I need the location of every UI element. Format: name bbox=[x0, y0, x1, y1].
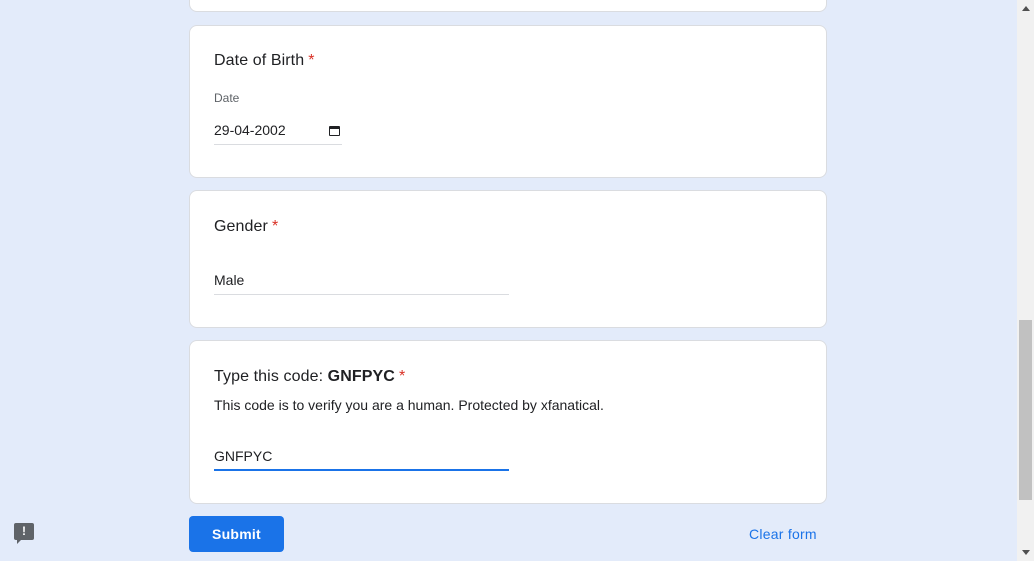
question-card-date-of-birth: Date of Birth * Date 29-04-2002 bbox=[189, 25, 827, 178]
captcha-input-value: GNFPYC bbox=[214, 448, 273, 464]
question-help-text: This code is to verify you are a human. … bbox=[214, 397, 604, 413]
question-title: Date of Birth * bbox=[214, 52, 315, 70]
submit-button[interactable]: Submit bbox=[189, 516, 284, 552]
question-card-captcha: Type this code: GNFPYC * This code is to … bbox=[189, 340, 827, 504]
arrow-up-icon bbox=[1021, 6, 1030, 11]
form-page: Date of Birth * Date 29-04-2002 Gender * M… bbox=[0, 0, 1034, 561]
date-sub-label: Date bbox=[214, 91, 240, 105]
question-title: Gender * bbox=[214, 218, 278, 236]
previous-question-card bbox=[189, 0, 827, 12]
required-asterisk: * bbox=[308, 52, 315, 69]
captcha-input[interactable]: GNFPYC bbox=[214, 440, 509, 471]
scroll-down-button[interactable] bbox=[1017, 544, 1034, 561]
report-feedback-icon[interactable]: ! bbox=[14, 523, 34, 544]
calendar-icon[interactable] bbox=[329, 126, 340, 136]
question-title: Type this code: GNFPYC * bbox=[214, 368, 405, 386]
question-title-text: Gender bbox=[214, 218, 268, 235]
vertical-scrollbar[interactable] bbox=[1017, 0, 1034, 561]
question-title-text: Type this code: bbox=[214, 368, 328, 385]
required-asterisk: * bbox=[271, 218, 279, 235]
question-title-text: Date of Birth bbox=[214, 52, 305, 69]
scroll-thumb[interactable] bbox=[1019, 320, 1032, 500]
date-input[interactable]: 29-04-2002 bbox=[214, 115, 342, 145]
date-input-value: 29-04-2002 bbox=[214, 122, 286, 138]
question-card-gender: Gender * Male bbox=[189, 190, 827, 328]
clear-form-button[interactable]: Clear form bbox=[749, 526, 817, 542]
scroll-up-button[interactable] bbox=[1017, 0, 1034, 17]
required-asterisk: * bbox=[398, 368, 406, 385]
arrow-down-icon bbox=[1021, 550, 1030, 555]
gender-input[interactable]: Male bbox=[214, 265, 509, 295]
gender-input-value: Male bbox=[214, 272, 245, 288]
captcha-code: GNFPYC bbox=[327, 368, 395, 385]
